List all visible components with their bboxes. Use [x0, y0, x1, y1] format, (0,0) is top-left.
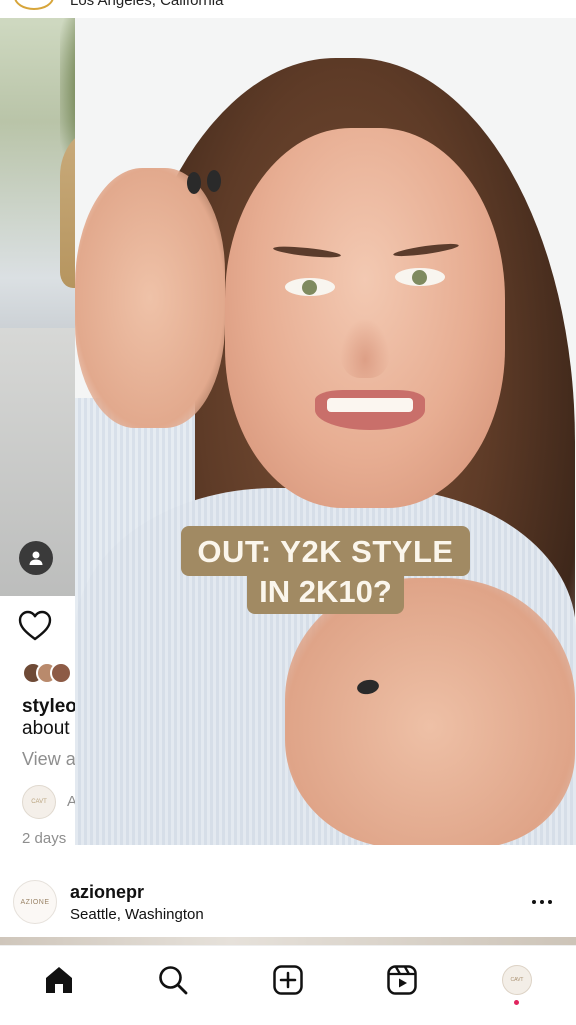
home-icon [46, 967, 72, 993]
caption-username[interactable]: styleo [22, 696, 77, 718]
view-comments-link[interactable]: View a [22, 749, 76, 770]
next-post-header: AZIONE azionepr Seattle, Washington [0, 862, 576, 942]
reels-icon [387, 965, 417, 995]
tab-profile[interactable]: CAVT [499, 962, 535, 998]
video-caption: OUT: Y2K STYLE IN 2K10? [75, 526, 576, 614]
previous-post-location[interactable]: Los Angeles, California [70, 0, 223, 9]
video-caption-line2: IN 2K10? [247, 572, 404, 614]
presenter-hand-right [285, 578, 575, 845]
more-options-icon[interactable] [532, 892, 562, 912]
person-icon [29, 551, 43, 565]
next-post-image[interactable] [0, 937, 576, 945]
reel-video-overlay[interactable]: OUT: Y2K STYLE IN 2K10? [75, 18, 576, 845]
next-post-location[interactable]: Seattle, Washington [70, 906, 204, 923]
search-icon [159, 966, 188, 995]
profile-notification-dot [514, 1000, 519, 1005]
tab-search[interactable] [155, 962, 191, 998]
tab-home[interactable] [41, 962, 77, 998]
post-timestamp: 2 days [22, 830, 67, 847]
next-post-username[interactable]: azionepr [70, 882, 144, 903]
presenter-hand-left [75, 168, 225, 428]
tab-create[interactable] [270, 962, 306, 998]
liked-by-avatars[interactable] [22, 662, 82, 686]
liker-avatar [50, 662, 72, 684]
post-actions [18, 610, 52, 647]
previous-post-header: Los Angeles, California [0, 0, 576, 18]
bottom-tab-bar: CAVT [0, 945, 576, 1025]
video-caption-line1: OUT: Y2K STYLE [181, 526, 470, 576]
tab-reels[interactable] [384, 962, 420, 998]
create-post-icon [273, 965, 303, 995]
like-heart-icon[interactable] [18, 610, 52, 642]
presenter-face [225, 128, 505, 508]
profile-avatar: CAVT [502, 965, 532, 995]
next-post-avatar[interactable]: AZIONE [13, 880, 57, 924]
comment-avatar[interactable]: CAVT [22, 785, 56, 819]
user-tag-button[interactable] [19, 541, 53, 575]
caption-text: about [22, 718, 70, 739]
previous-post-avatar[interactable] [14, 0, 54, 10]
